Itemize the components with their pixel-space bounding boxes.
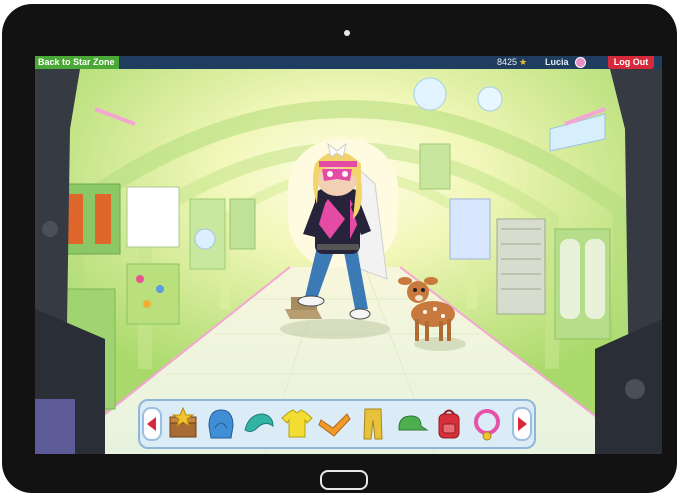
blue-hood-icon bbox=[208, 409, 234, 439]
scroll-right-button[interactable] bbox=[512, 407, 532, 441]
game-screen: Back to Star Zone 8425 ★ Lucia Log Out bbox=[35, 56, 662, 454]
star-count: 8425 ★ bbox=[497, 56, 527, 69]
hair-icon bbox=[244, 413, 274, 433]
red-backpack-icon bbox=[438, 409, 460, 439]
star-icon: ★ bbox=[519, 57, 528, 67]
item-pink-collar[interactable] bbox=[469, 406, 505, 442]
orange-sleeve-icon bbox=[318, 413, 351, 437]
item-red-backpack[interactable] bbox=[431, 406, 467, 442]
item-blue-hood[interactable] bbox=[203, 406, 239, 442]
top-bar: Back to Star Zone 8425 ★ Lucia Log Out bbox=[35, 56, 662, 69]
arrow-left-icon bbox=[147, 417, 156, 431]
treasure-chest-icon bbox=[169, 406, 197, 438]
item-hair[interactable] bbox=[241, 406, 277, 442]
scroll-left-button[interactable] bbox=[142, 407, 162, 441]
avatar[interactable] bbox=[575, 57, 586, 68]
back-to-star-zone-button[interactable]: Back to Star Zone bbox=[35, 56, 119, 69]
yellow-shirt-icon bbox=[281, 409, 313, 438]
pink-collar-icon bbox=[474, 409, 500, 441]
item-treasure-chest[interactable] bbox=[165, 406, 201, 442]
arrow-right-icon bbox=[518, 417, 527, 431]
item-orange-sleeve[interactable] bbox=[317, 406, 353, 442]
camera-dot bbox=[344, 30, 350, 36]
yellow-pants-icon bbox=[363, 408, 383, 440]
green-cap-icon bbox=[398, 415, 429, 431]
home-button[interactable] bbox=[320, 470, 368, 490]
log-out-button[interactable]: Log Out bbox=[608, 56, 654, 69]
item-green-cap[interactable] bbox=[393, 406, 429, 442]
item-selector-bar bbox=[138, 399, 536, 449]
item-yellow-shirt[interactable] bbox=[279, 406, 315, 442]
username-label: Lucia bbox=[545, 57, 569, 67]
star-count-value: 8425 bbox=[497, 57, 518, 67]
item-yellow-pants[interactable] bbox=[355, 406, 391, 442]
spaceship-corridor-scene bbox=[35, 69, 662, 454]
tablet-frame: Back to Star Zone 8425 ★ Lucia Log Out bbox=[2, 4, 677, 493]
